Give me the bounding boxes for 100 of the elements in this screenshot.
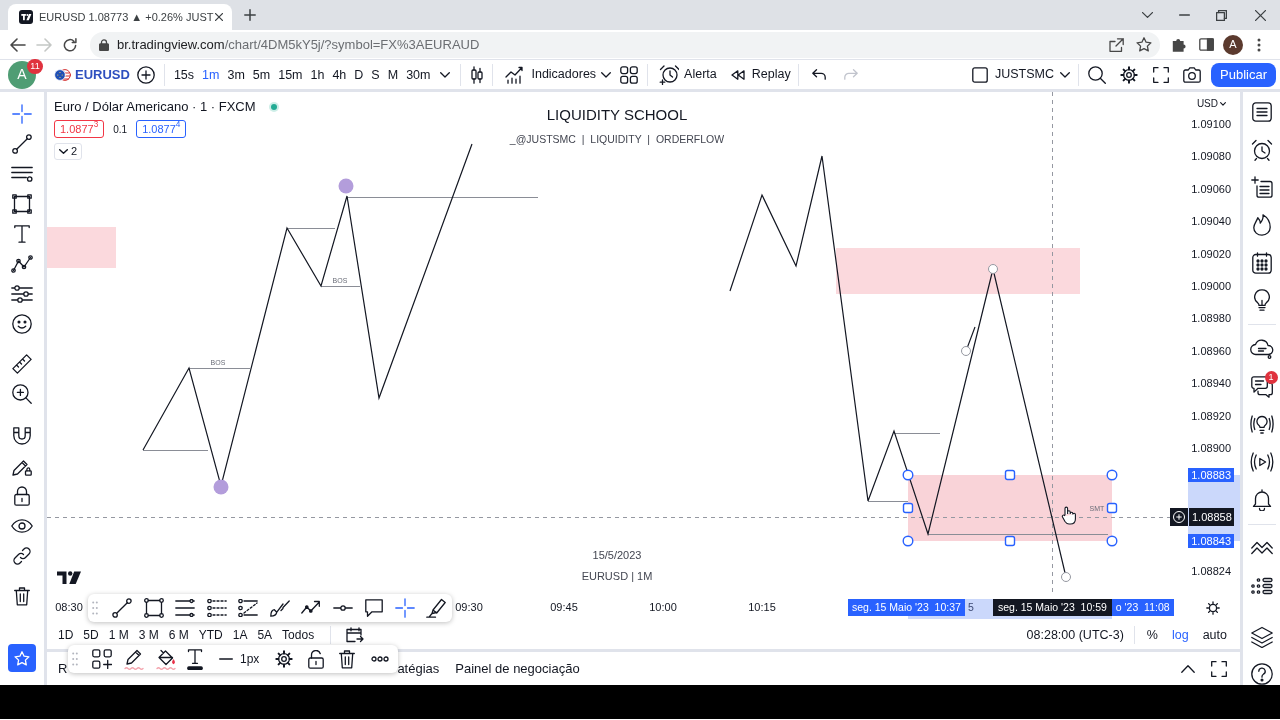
zigzag-nodes-icon[interactable] <box>11 255 33 273</box>
browser-tab[interactable]: EURUSD 1.08773 ▲ +0.26% JUST <box>8 4 232 30</box>
alert-button[interactable]: Alerta <box>659 64 717 85</box>
resize-handle[interactable] <box>902 502 914 514</box>
rectangle-icon[interactable] <box>143 598 164 618</box>
plus-icon[interactable] <box>244 9 256 21</box>
speech-bubble-icon[interactable] <box>365 599 383 617</box>
interval-button[interactable]: 1m <box>198 65 224 84</box>
puzzle-icon[interactable] <box>1172 37 1187 52</box>
undo-icon[interactable] <box>811 69 826 80</box>
resize-handle[interactable] <box>1106 469 1118 481</box>
text-tool-icon[interactable] <box>14 225 30 243</box>
list-plus-icon[interactable] <box>1250 176 1273 199</box>
panel-tab[interactable]: Painel de negociação <box>455 659 580 678</box>
range-button[interactable]: 5D <box>79 626 103 644</box>
lightbulb-waves-icon[interactable] <box>1249 413 1274 435</box>
trash-icon[interactable] <box>339 649 356 669</box>
settings-icon[interactable] <box>1120 65 1139 84</box>
menu-icon[interactable] <box>1257 37 1261 52</box>
side-panel-icon[interactable] <box>1199 38 1214 51</box>
lightbulb-icon[interactable] <box>1253 289 1270 312</box>
alarm-clock-icon[interactable] <box>1250 138 1273 161</box>
range-button[interactable]: 3 M <box>134 626 163 644</box>
layers-icon[interactable] <box>1250 625 1273 648</box>
chevron-down-icon[interactable] <box>601 71 612 78</box>
close-icon[interactable] <box>215 13 223 21</box>
indicators-button[interactable]: Indicadores <box>505 65 597 84</box>
line-handle[interactable] <box>1061 572 1071 582</box>
highlighter-icon[interactable] <box>426 598 446 618</box>
timezone-button[interactable]: 08:28:00 (UTC-3) <box>1026 626 1124 644</box>
dashed-lines-icon[interactable] <box>238 599 258 617</box>
polyline-arrow-icon[interactable] <box>301 600 321 616</box>
interval-button[interactable]: 15m <box>274 65 307 84</box>
ruler-icon[interactable] <box>12 354 32 374</box>
cloud-icon[interactable] <box>1249 338 1274 360</box>
lines-icon[interactable] <box>11 166 33 182</box>
back-arrow-icon[interactable] <box>10 37 26 52</box>
resize-handle[interactable] <box>902 469 914 481</box>
drag-handle-icon[interactable] <box>92 601 98 615</box>
sliders-icon[interactable] <box>11 285 33 303</box>
interval-button[interactable]: 30m <box>402 65 435 84</box>
brush-icon[interactable] <box>269 599 290 617</box>
help-icon[interactable] <box>1250 662 1273 685</box>
panel-tab[interactable]: atégias <box>397 659 440 678</box>
chevron-down-icon[interactable] <box>1142 12 1153 18</box>
horizontal-line-icon[interactable] <box>332 605 353 611</box>
camera-icon[interactable] <box>1183 66 1202 83</box>
rectangle-icon[interactable] <box>12 194 32 214</box>
share-icon[interactable] <box>1109 37 1124 52</box>
drag-handle-icon[interactable] <box>72 652 78 666</box>
star-icon[interactable] <box>1136 37 1152 52</box>
resize-handle[interactable] <box>902 535 914 547</box>
resize-handle[interactable] <box>1106 535 1118 547</box>
trend-line-icon[interactable] <box>112 598 132 618</box>
trend-line-icon[interactable] <box>12 134 32 154</box>
favorites-button[interactable] <box>8 644 36 672</box>
range-button[interactable]: Todos <box>278 626 319 644</box>
chevron-up-icon[interactable] <box>1181 664 1195 673</box>
layout-grid-icon[interactable] <box>620 65 639 84</box>
lock-icon[interactable] <box>14 486 30 506</box>
settings-icon[interactable] <box>275 650 294 668</box>
range-button[interactable]: 1A <box>228 626 252 644</box>
calendar-icon[interactable] <box>1251 251 1272 274</box>
range-button[interactable]: 1D <box>54 626 78 644</box>
scale-mode-button[interactable]: auto <box>1198 626 1231 644</box>
symbol-button[interactable]: EURUSD <box>54 64 130 85</box>
fullscreen-icon[interactable] <box>1211 660 1227 677</box>
bell-icon[interactable] <box>1251 488 1272 511</box>
interval-button[interactable]: 1h <box>306 65 329 84</box>
chevron-down-icon[interactable] <box>440 71 451 78</box>
range-button[interactable]: 6 M <box>164 626 193 644</box>
plus-circle-icon[interactable] <box>136 65 155 84</box>
interval-button[interactable]: M <box>383 65 403 84</box>
line-width-button[interactable]: 1px <box>217 650 262 668</box>
interval-button[interactable]: 15s <box>169 65 199 84</box>
range-button[interactable]: 5A <box>253 626 277 644</box>
line-handle[interactable] <box>988 264 998 274</box>
replay-button[interactable]: Replay <box>730 65 791 84</box>
reload-icon[interactable] <box>63 37 77 52</box>
resize-handle[interactable] <box>1004 469 1016 481</box>
interval-button[interactable]: 4h <box>328 65 351 84</box>
broadcast-icon[interactable] <box>1249 452 1274 472</box>
dashed-lines-icon[interactable] <box>206 599 227 617</box>
range-button[interactable]: 1 M <box>104 626 133 644</box>
pencil-icon[interactable] <box>124 648 144 670</box>
search-icon[interactable] <box>1088 65 1107 84</box>
address-bar[interactable]: br.tradingview.com/chart/4DM5kY5j/?symbol=FX%3AEURAUD <box>90 31 1160 58</box>
resize-handle[interactable] <box>1106 502 1118 514</box>
interval-button[interactable]: D <box>350 65 368 84</box>
crosshair-icon[interactable] <box>394 598 415 618</box>
crosshair-icon[interactable] <box>12 104 32 124</box>
restore-icon[interactable] <box>1216 9 1227 21</box>
candlestick-icon[interactable] <box>471 65 484 84</box>
calendar-arrow-icon[interactable] <box>346 627 365 643</box>
list-icon[interactable] <box>1251 101 1272 122</box>
flame-icon[interactable] <box>1252 213 1271 236</box>
magnet-icon[interactable] <box>13 427 31 445</box>
publish-button[interactable]: Publicar <box>1211 62 1276 87</box>
dots-grid-icon[interactable] <box>1250 577 1273 596</box>
link-icon[interactable] <box>12 546 32 566</box>
